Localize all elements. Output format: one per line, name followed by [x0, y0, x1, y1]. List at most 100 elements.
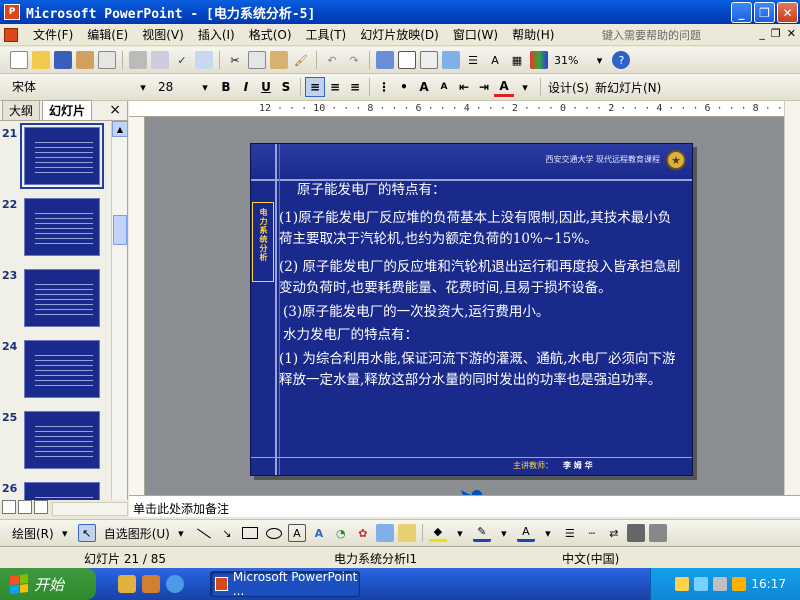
tab-outline[interactable]: 大纲: [2, 100, 41, 120]
quicklaunch-app-icon[interactable]: [142, 575, 160, 593]
taskbar-powerpoint-button[interactable]: Microsoft PowerPoint ...: [210, 570, 360, 598]
zoom-select[interactable]: 31%: [554, 54, 578, 67]
chevron-down-icon[interactable]: ▾: [134, 78, 152, 96]
oval-tool-icon[interactable]: [265, 527, 282, 539]
chevron-down-icon[interactable]: ▾: [539, 524, 557, 542]
paste-icon[interactable]: [270, 51, 288, 69]
email-icon[interactable]: [98, 51, 116, 69]
underline-button[interactable]: U: [256, 77, 276, 97]
doc-minimize-button[interactable]: _: [759, 27, 765, 40]
align-left-button[interactable]: ≡: [305, 77, 325, 97]
doc-close-button[interactable]: ✕: [787, 27, 796, 40]
slide-thumbnail-image[interactable]: [20, 123, 104, 189]
tray-volume-icon[interactable]: [713, 577, 728, 591]
dash-style-icon[interactable]: ┄: [583, 524, 601, 542]
font-name-select[interactable]: 宋体: [8, 77, 132, 97]
format-painter-icon[interactable]: 🖌: [292, 51, 310, 69]
menu-window[interactable]: 窗口(W): [446, 25, 505, 45]
slide-thumbnail-image[interactable]: [24, 269, 100, 327]
expand-all-icon[interactable]: ☰: [464, 51, 482, 69]
clipart-icon[interactable]: ✿: [354, 524, 372, 542]
chevron-down-icon[interactable]: ▾: [495, 524, 513, 542]
new-slide-button[interactable]: 新幻灯片(N): [595, 79, 661, 96]
permission-icon[interactable]: [76, 51, 94, 69]
print-icon[interactable]: [129, 51, 147, 69]
chevron-down-icon[interactable]: ▾: [56, 524, 74, 542]
chevron-down-icon[interactable]: ▾: [516, 78, 534, 96]
help-icon[interactable]: ?: [612, 51, 631, 69]
decrease-font-button[interactable]: A: [434, 77, 454, 97]
start-button[interactable]: 开始: [0, 568, 96, 600]
minimize-button[interactable]: _: [731, 2, 752, 23]
quicklaunch-browser-icon[interactable]: [166, 575, 184, 593]
slide-thumbnail-image[interactable]: [24, 340, 100, 398]
arrow-tool-icon[interactable]: ↘: [218, 524, 236, 542]
doc-restore-button[interactable]: ❐: [771, 27, 781, 40]
slide-thumbnail[interactable]: 24: [0, 338, 110, 408]
scroll-up-icon[interactable]: ▲: [112, 121, 128, 137]
increase-font-button[interactable]: A: [414, 77, 434, 97]
research-icon[interactable]: [195, 51, 213, 69]
autoshapes-button[interactable]: 自选图形(U): [104, 525, 170, 542]
slide-sorter-view-button[interactable]: [18, 500, 32, 514]
open-icon[interactable]: [32, 51, 50, 69]
color-grayscale-icon[interactable]: [530, 51, 548, 69]
clock[interactable]: 16:17: [751, 577, 786, 591]
quicklaunch-folder-icon[interactable]: [118, 575, 136, 593]
show-formatting-icon[interactable]: A: [486, 51, 504, 69]
notes-pane[interactable]: 单击此处添加备注: [129, 495, 800, 517]
font-color-button[interactable]: A: [494, 77, 514, 97]
design-button[interactable]: 设计(S): [548, 79, 589, 96]
slide-thumbnail[interactable]: 25: [0, 409, 110, 479]
menu-insert[interactable]: 插入(I): [191, 25, 242, 45]
copy-icon[interactable]: [248, 51, 266, 69]
chevron-down-icon[interactable]: ▾: [172, 524, 190, 542]
menu-format[interactable]: 格式(O): [242, 25, 299, 45]
pane-horizontal-scrollbar[interactable]: [52, 502, 128, 516]
bold-button[interactable]: B: [216, 77, 236, 97]
bullets-button[interactable]: •: [394, 77, 414, 97]
slide-thumbnail[interactable]: 22: [0, 196, 110, 266]
redo-icon[interactable]: ↷: [345, 51, 363, 69]
shadow-button[interactable]: S: [276, 77, 296, 97]
align-right-button[interactable]: ≡: [345, 77, 365, 97]
slide-text-box[interactable]: 原子能发电厂的特点有： (1)原子能发电厂反应堆的负荷基本上没有限制,因此,其技…: [279, 180, 684, 451]
tray-update-icon[interactable]: [732, 577, 747, 591]
draw-menu-button[interactable]: 绘图(R): [12, 525, 54, 542]
slide-thumbnail-image[interactable]: [24, 482, 100, 500]
tray-network-icon[interactable]: [694, 577, 709, 591]
help-search-input[interactable]: 键入需要帮助的问题: [602, 27, 736, 43]
line-color-icon[interactable]: ✎: [472, 524, 491, 542]
menu-file[interactable]: 文件(F): [26, 25, 80, 45]
save-icon[interactable]: [54, 51, 72, 69]
fill-color-icon[interactable]: ◆: [428, 524, 447, 542]
slide-thumbnail[interactable]: 26: [0, 480, 110, 500]
slide-thumbnail-image[interactable]: [24, 198, 100, 256]
textbox-tool-icon[interactable]: A: [287, 524, 306, 542]
main-scrollbar[interactable]: [784, 101, 800, 495]
line-style-icon[interactable]: ☰: [561, 524, 579, 542]
slide-thumbnail[interactable]: 21: [0, 123, 110, 195]
picture-from-file-icon[interactable]: [397, 524, 416, 542]
3d-style-icon[interactable]: [648, 524, 667, 542]
slide-thumbnail[interactable]: 23: [0, 267, 110, 337]
italic-button[interactable]: I: [236, 77, 256, 97]
current-slide[interactable]: 西安交通大学 现代远程教育课程 ★ 电力系统分析 原子能发电厂的特点有： (1)…: [250, 143, 693, 476]
tab-slides[interactable]: 幻灯片: [42, 100, 93, 120]
picture-icon[interactable]: [375, 524, 394, 542]
document-icon[interactable]: [4, 27, 18, 42]
insert-table-icon[interactable]: [398, 51, 416, 69]
spelling-icon[interactable]: ✓: [173, 51, 191, 69]
wordart-icon[interactable]: A: [310, 524, 328, 542]
menu-tools[interactable]: 工具(T): [299, 25, 354, 45]
undo-icon[interactable]: ↶: [323, 51, 341, 69]
close-button[interactable]: ✕: [777, 2, 798, 23]
restore-button[interactable]: ❐: [754, 2, 775, 23]
print-preview-icon[interactable]: [151, 51, 169, 69]
normal-view-button[interactable]: [2, 500, 16, 514]
increase-indent-button[interactable]: ⇥: [474, 77, 494, 97]
slideshow-view-button[interactable]: [34, 500, 48, 514]
menu-help[interactable]: 帮助(H): [505, 25, 561, 45]
slide-thumbnail-image[interactable]: [24, 411, 100, 469]
scrollbar-thumb[interactable]: [113, 215, 127, 245]
